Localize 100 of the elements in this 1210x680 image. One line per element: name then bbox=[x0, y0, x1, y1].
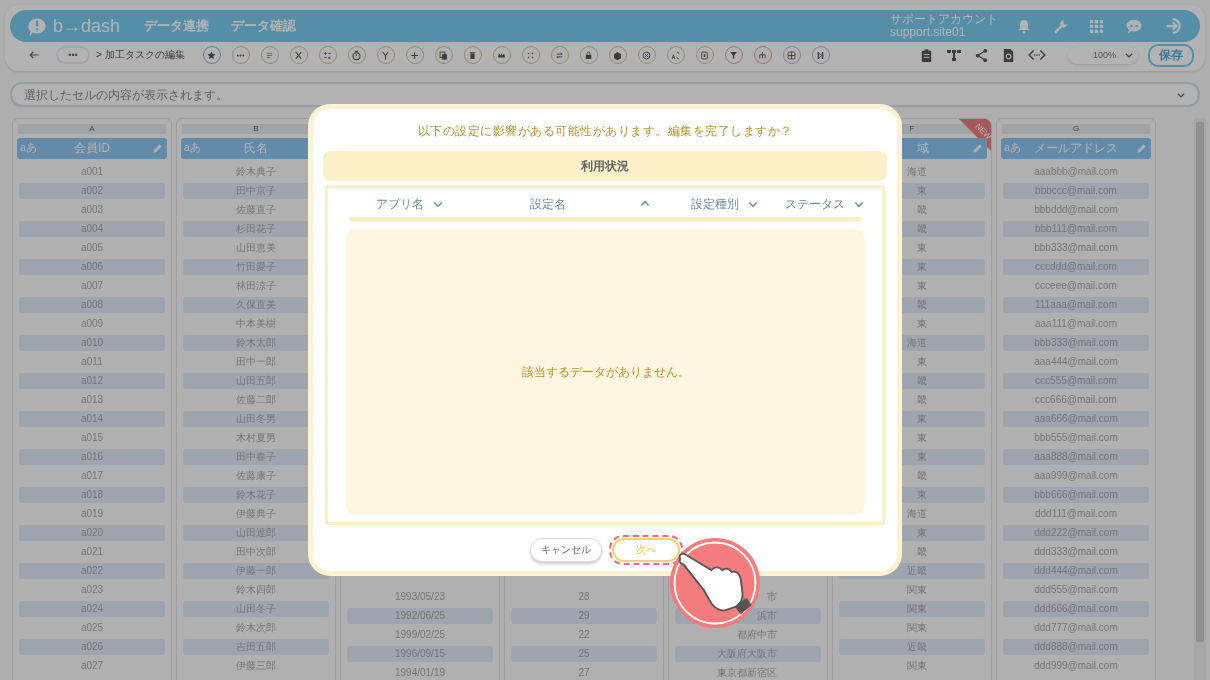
column-header[interactable]: アプリ名 bbox=[345, 194, 475, 214]
table-cell[interactable]: bbb555@mail.com bbox=[1003, 429, 1149, 446]
swap-button[interactable] bbox=[550, 46, 569, 64]
star-button[interactable] bbox=[202, 46, 221, 64]
table-cell[interactable]: a004 bbox=[19, 220, 165, 237]
table-cell[interactable]: a002 bbox=[19, 182, 165, 199]
table-cell[interactable]: 1993/05/23 bbox=[347, 588, 493, 605]
table-cell[interactable]: 1994/01/19 bbox=[347, 664, 493, 680]
column-header[interactable]: aあ 会員ID bbox=[17, 138, 167, 159]
column-header[interactable]: aあ メールアドレス bbox=[1001, 138, 1151, 159]
clipboard-icon bbox=[919, 47, 934, 63]
copy-button[interactable] bbox=[434, 46, 453, 64]
table-cell[interactable]: a022 bbox=[19, 562, 165, 579]
type-label: aあ bbox=[184, 141, 201, 155]
table-cell[interactable]: 28 bbox=[511, 588, 657, 605]
plus-icon bbox=[409, 49, 421, 61]
column-letter: G bbox=[1002, 124, 1150, 134]
column-header[interactable]: 設定名 bbox=[475, 194, 675, 214]
star-icon bbox=[206, 49, 218, 61]
nav-link[interactable]: データ連携 bbox=[144, 17, 210, 35]
table-cell[interactable]: ddd999@mail.com bbox=[1003, 657, 1149, 674]
dots-button[interactable] bbox=[231, 46, 250, 64]
table-cell[interactable]: ddd777@mail.com bbox=[1003, 619, 1149, 636]
dialog-title: 以下の設定に影響がある可能性があります。編集を完了しますか？ bbox=[416, 123, 794, 140]
share-icon bbox=[974, 47, 989, 63]
table-cell[interactable]: 27 bbox=[511, 664, 657, 680]
table-cell[interactable]: a023 bbox=[19, 581, 165, 598]
table-cell[interactable]: ddd666@mail.com bbox=[1003, 600, 1149, 617]
table-cell[interactable]: bbbccc@mail.com bbox=[1003, 182, 1149, 199]
table-cell[interactable]: a024 bbox=[19, 600, 165, 617]
table-cell[interactable]: aaa888@mail.com bbox=[1003, 448, 1149, 465]
table-cell[interactable]: 1999/02/25 bbox=[347, 626, 493, 643]
caret-icon[interactable] bbox=[1176, 90, 1186, 100]
table-cell[interactable]: 111aaa@mail.com bbox=[1003, 296, 1149, 313]
table-cell[interactable]: bbb111@mail.com bbox=[1003, 220, 1149, 237]
table-cell[interactable]: ccc555@mail.com bbox=[1003, 372, 1149, 389]
table-cell[interactable]: ccceee@mail.com bbox=[1003, 277, 1149, 294]
trash-button[interactable] bbox=[463, 46, 482, 64]
bell-icon bbox=[1016, 18, 1032, 34]
table-cell[interactable]: a001 bbox=[19, 163, 165, 180]
table-cell[interactable]: a011 bbox=[19, 353, 165, 370]
wrench-icon bbox=[1052, 17, 1069, 35]
more-button[interactable]: ••• bbox=[56, 46, 90, 64]
formula-bar[interactable]: 選択したセルの内容が表示されます。 bbox=[10, 82, 1200, 107]
zoom-select[interactable]: 100% bbox=[1068, 46, 1138, 64]
save-button[interactable]: 保存 bbox=[1148, 43, 1194, 67]
app-logo[interactable]: b→dash bbox=[53, 15, 121, 37]
table-cell[interactable]: a003 bbox=[19, 201, 165, 218]
table-cell[interactable]: a013 bbox=[19, 391, 165, 408]
table-cell[interactable]: bbb333@mail.com bbox=[1003, 334, 1149, 351]
table-cell[interactable]: a025 bbox=[19, 619, 165, 636]
filter-button[interactable] bbox=[724, 46, 743, 64]
table-cell[interactable]: ddd222@mail.com bbox=[1003, 524, 1149, 541]
stopwatch-icon bbox=[351, 49, 363, 61]
table-cell[interactable]: 29 bbox=[511, 607, 657, 624]
stopwatch-button[interactable] bbox=[347, 46, 366, 64]
table-cell[interactable]: a005 bbox=[19, 239, 165, 256]
table-cell[interactable]: a021 bbox=[19, 543, 165, 560]
table-cell[interactable]: ddd333@mail.com bbox=[1003, 543, 1149, 560]
table-cell[interactable]: a014 bbox=[19, 410, 165, 427]
close-circle-button[interactable] bbox=[637, 46, 656, 64]
table-cell[interactable]: aaa444@mail.com bbox=[1003, 353, 1149, 370]
table-cell[interactable]: ddd555@mail.com bbox=[1003, 581, 1149, 598]
nav-link[interactable]: データ確認 bbox=[231, 17, 297, 35]
table-cell[interactable]: bbb666@mail.com bbox=[1003, 486, 1149, 503]
table-cell[interactable]: aaa111@mail.com bbox=[1003, 315, 1149, 332]
table-cell[interactable]: a018 bbox=[19, 486, 165, 503]
section-header: 利用状況 bbox=[323, 151, 887, 181]
cancel-button[interactable]: キャンセル bbox=[530, 538, 602, 562]
table-cell[interactable]: a008 bbox=[19, 296, 165, 313]
table-cell[interactable]: 22 bbox=[511, 626, 657, 643]
table-cell[interactable]: ddd444@mail.com bbox=[1003, 562, 1149, 579]
grid-icon bbox=[786, 49, 798, 61]
filter-icon bbox=[728, 49, 740, 61]
next-button[interactable]: 次へ bbox=[612, 538, 680, 562]
table-cell[interactable]: ccc666@mail.com bbox=[1003, 391, 1149, 408]
table-cell[interactable]: 25 bbox=[511, 645, 657, 662]
apps-grid-icon bbox=[1089, 18, 1104, 34]
table-cell[interactable]: a012 bbox=[19, 372, 165, 389]
grid-button[interactable] bbox=[782, 46, 801, 64]
lines-button[interactable] bbox=[260, 46, 279, 64]
account-id: support.site01 bbox=[890, 26, 967, 39]
column-header[interactable]: 設定種別 bbox=[675, 194, 775, 214]
scroll-bar[interactable] bbox=[1194, 118, 1206, 680]
plus-button[interactable] bbox=[405, 46, 424, 64]
table-cell[interactable]: cccddd@mail.com bbox=[1003, 258, 1149, 275]
table-cell[interactable]: a015 bbox=[19, 429, 165, 446]
table-cell[interactable]: aaa999@mail.com bbox=[1003, 467, 1149, 484]
table-cell[interactable]: bbbddd@mail.com bbox=[1003, 201, 1149, 218]
table-cell[interactable]: ddd111@mail.com bbox=[1003, 505, 1149, 522]
caret-icon bbox=[1124, 50, 1134, 60]
empty-message: 該当するデータがありません。 bbox=[521, 363, 690, 381]
table-cell[interactable]: bbb333@mail.com bbox=[1003, 239, 1149, 256]
table-cell[interactable]: ddd888@mail.com bbox=[1003, 638, 1149, 655]
lock-button[interactable] bbox=[579, 46, 598, 64]
crown-button[interactable] bbox=[492, 46, 511, 64]
table-cell[interactable]: aaabbb@mail.com bbox=[1003, 163, 1149, 180]
column-title: 氏名 bbox=[244, 140, 268, 157]
column-letter: A bbox=[18, 124, 166, 134]
breadcrumb: > 加工タスクの編集 bbox=[96, 48, 185, 62]
